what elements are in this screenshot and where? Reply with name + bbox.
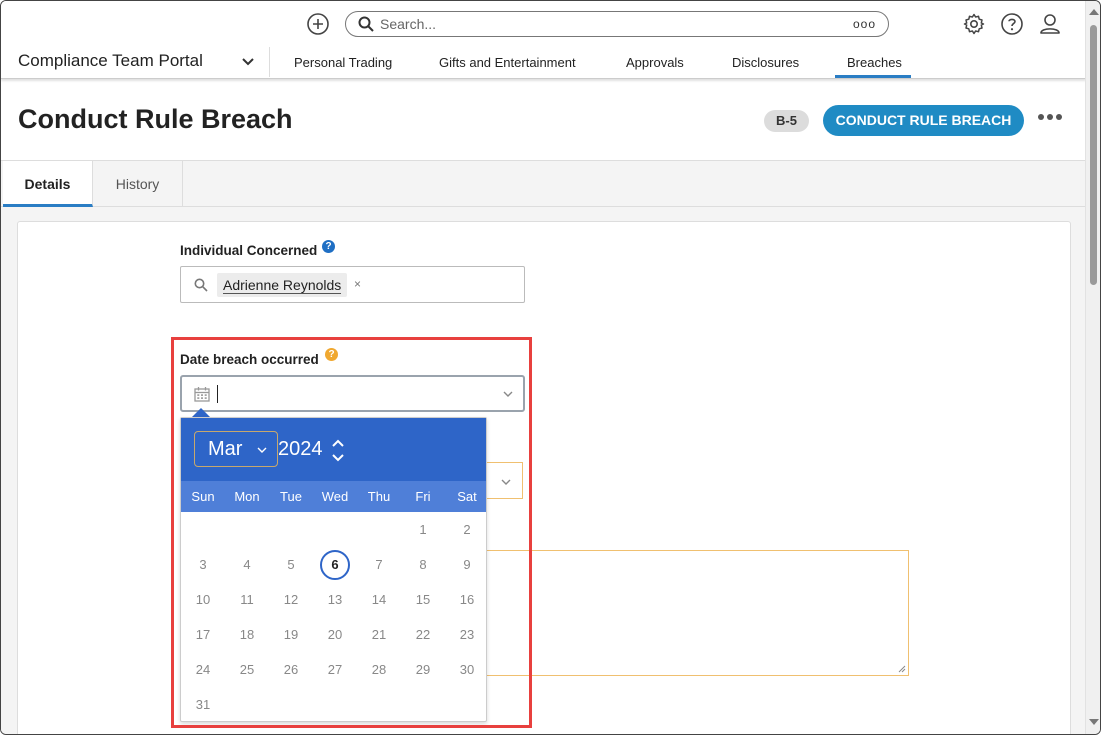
chevron-down-icon[interactable]	[241, 55, 255, 69]
annotation-highlight-box	[171, 337, 532, 728]
description-textarea[interactable]	[487, 550, 909, 676]
help-icon[interactable]: ?	[322, 240, 335, 253]
scroll-down-arrow[interactable]	[1089, 719, 1099, 725]
nav-item-personal-trading[interactable]: Personal Trading	[294, 55, 392, 70]
tab-history[interactable]: History	[93, 161, 183, 207]
search-options-button[interactable]: ooo	[853, 17, 876, 31]
question-circle-icon[interactable]	[1000, 12, 1024, 36]
tabs-bar: Details History	[1, 160, 1085, 207]
search-input[interactable]	[380, 15, 820, 33]
individual-concerned-label: Individual Concerned	[180, 243, 318, 258]
scrollbar-thumb[interactable]	[1090, 25, 1097, 285]
nav-item-approvals[interactable]: Approvals	[626, 55, 684, 70]
user-icon[interactable]	[1038, 12, 1062, 36]
chip-remove-button[interactable]: ×	[354, 277, 361, 291]
plus-circle-icon[interactable]	[306, 12, 330, 36]
scroll-up-arrow[interactable]	[1089, 9, 1099, 15]
nav-item-gifts-entertainment[interactable]: Gifts and Entertainment	[439, 55, 576, 70]
ellipsis-icon[interactable]	[1037, 112, 1063, 122]
nav-active-indicator	[835, 75, 911, 78]
vertical-scrollbar[interactable]	[1085, 1, 1100, 734]
resize-handle-icon[interactable]	[898, 665, 906, 673]
conduct-rule-breach-button[interactable]: CONDUCT RULE BREACH	[823, 105, 1024, 136]
nav-bar: Compliance Team Portal Personal Trading …	[1, 47, 1086, 79]
selected-person-name[interactable]: Adrienne Reynolds	[223, 277, 342, 294]
search-icon	[194, 278, 208, 292]
search-icon	[358, 16, 374, 32]
nav-divider	[269, 47, 270, 77]
individual-concerned-field[interactable]: Adrienne Reynolds ×	[180, 266, 525, 303]
tab-details[interactable]: Details	[3, 161, 93, 207]
gear-icon[interactable]	[962, 12, 986, 36]
record-id-badge: B-5	[764, 110, 809, 132]
nav-item-breaches[interactable]: Breaches	[847, 55, 902, 70]
app-window: ooo Compliance Team Portal Personal Trad…	[0, 0, 1101, 735]
page-title: Conduct Rule Breach	[18, 104, 293, 134]
selected-person-chip[interactable]: Adrienne Reynolds	[217, 273, 348, 297]
search-bar: ooo	[345, 11, 889, 37]
nav-item-disclosures[interactable]: Disclosures	[732, 55, 799, 70]
top-bar: ooo	[1, 1, 1086, 47]
portal-selector[interactable]: Compliance Team Portal	[18, 51, 203, 71]
